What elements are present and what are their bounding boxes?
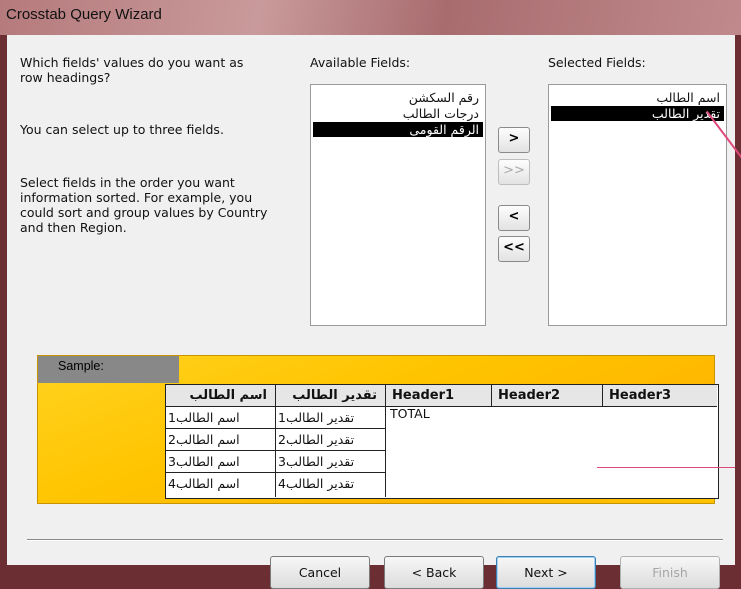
remove-all-fields-button[interactable]: << [498, 236, 530, 262]
available-field-item-selected[interactable]: الرقم القومى [313, 122, 483, 137]
sample-total: TOTAL [390, 406, 430, 421]
sample-label: Sample: [38, 356, 179, 383]
add-all-fields-button[interactable]: >> [498, 159, 530, 185]
sample-header: Header2 [492, 385, 603, 407]
sample-preview: Sample: اسم الطالب تقدير الطالب Header1 … [37, 355, 719, 504]
window-title: Crosstab Query Wizard [6, 6, 162, 23]
selected-field-item-selected[interactable]: تقدير الطالب [551, 106, 724, 121]
remove-field-button[interactable]: < [498, 205, 530, 231]
sample-header: تقدير الطالب [276, 385, 386, 407]
add-field-button[interactable]: > [498, 127, 530, 153]
sample-cell: 4اسم الطالب [166, 473, 276, 497]
sample-cell: 3تقدير الطالب [276, 451, 386, 473]
sample-header: Header3 [603, 385, 717, 407]
back-button[interactable]: < Back [384, 556, 484, 589]
wizard-dialog: Which fields' values do you want as row … [7, 35, 741, 589]
sample-cell: 2تقدير الطالب [276, 429, 386, 451]
available-fields-list[interactable]: رقم السكشن درجات الطالب الرقم القومى [310, 84, 486, 326]
sample-cell: 3اسم الطالب [166, 451, 276, 473]
available-fields-label: Available Fields: [310, 55, 411, 70]
sample-header: Header1 [386, 385, 492, 407]
separator [27, 539, 723, 541]
sample-cell: 1اسم الطالب [166, 407, 276, 429]
sample-cell: 1تقدير الطالب [276, 407, 386, 429]
next-button[interactable]: Next > [496, 556, 596, 589]
instruction-line-1: Which fields' values do you want as [20, 55, 244, 70]
sample-header: اسم الطالب [166, 385, 276, 407]
instruction-line-5: information sorted. For example, you [20, 190, 253, 205]
annotation-line [597, 467, 735, 468]
cancel-button[interactable]: Cancel [270, 556, 370, 589]
instruction-line-7: and then Region. [20, 220, 127, 235]
selected-fields-list[interactable]: اسم الطالب تقدير الطالب [548, 84, 727, 326]
available-field-item[interactable]: رقم السكشن [313, 90, 483, 105]
sample-cell: 4تقدير الطالب [276, 473, 386, 497]
sample-grid: اسم الطالب تقدير الطالب Header1 Header2 … [165, 384, 719, 499]
instruction-line-3: You can select up to three fields. [20, 122, 224, 137]
sample-cell: 2اسم الطالب [166, 429, 276, 451]
available-field-item[interactable]: درجات الطالب [313, 106, 483, 121]
selected-field-item[interactable]: اسم الطالب [551, 90, 724, 105]
selected-fields-label: Selected Fields: [548, 55, 646, 70]
title-bar: Crosstab Query Wizard [0, 0, 741, 35]
instruction-line-4: Select fields in the order you want [20, 175, 235, 190]
instruction-line-2: row headings? [20, 70, 111, 85]
instruction-line-6: could sort and group values by Country [20, 205, 268, 220]
finish-button[interactable]: Finish [620, 556, 720, 589]
